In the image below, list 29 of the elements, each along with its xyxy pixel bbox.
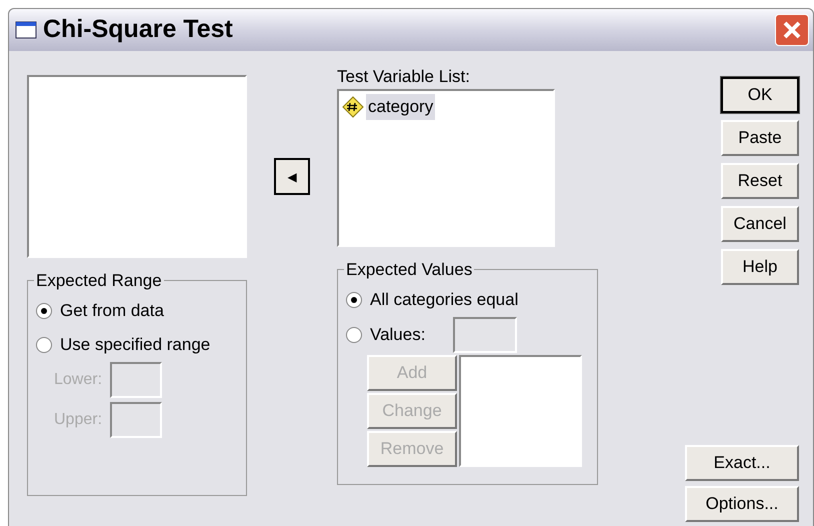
radio-label: Use specified range [60,334,210,356]
test-variable-list[interactable]: category [337,89,555,247]
radio-button[interactable] [346,292,362,308]
list-item[interactable]: category [366,94,436,120]
close-button[interactable] [775,14,809,46]
move-back-button[interactable]: ◀ [274,158,310,195]
close-icon [782,20,802,40]
group-title: Expected Range [35,270,163,292]
dialog-button[interactable]: OK [721,77,799,113]
field-label: Upper: [54,410,102,430]
radio-button[interactable] [346,326,362,342]
radio-button[interactable] [36,336,52,352]
window-icon [15,21,37,39]
group-title: Expected Values [345,259,474,281]
dialog-button[interactable]: Exact... [685,445,799,481]
radio-button[interactable] [36,302,52,318]
values-list[interactable] [459,354,582,466]
dialog-button[interactable]: Options... [685,486,799,522]
radio-label: Values: [370,324,426,346]
numeric-variable-icon [342,96,364,118]
list-label: Test Variable List: [337,66,471,88]
dialog-button[interactable]: Cancel [721,206,799,242]
radio-label: All categories equal [370,288,518,311]
dialog-button[interactable]: Paste [721,120,799,156]
dialog-button[interactable]: Reset [721,163,799,199]
radio-label: Get from data [60,300,164,322]
field-label: Lower: [54,370,102,390]
window-title: Chi-Square Test [43,14,233,46]
dialog-button[interactable]: Help [721,249,799,285]
